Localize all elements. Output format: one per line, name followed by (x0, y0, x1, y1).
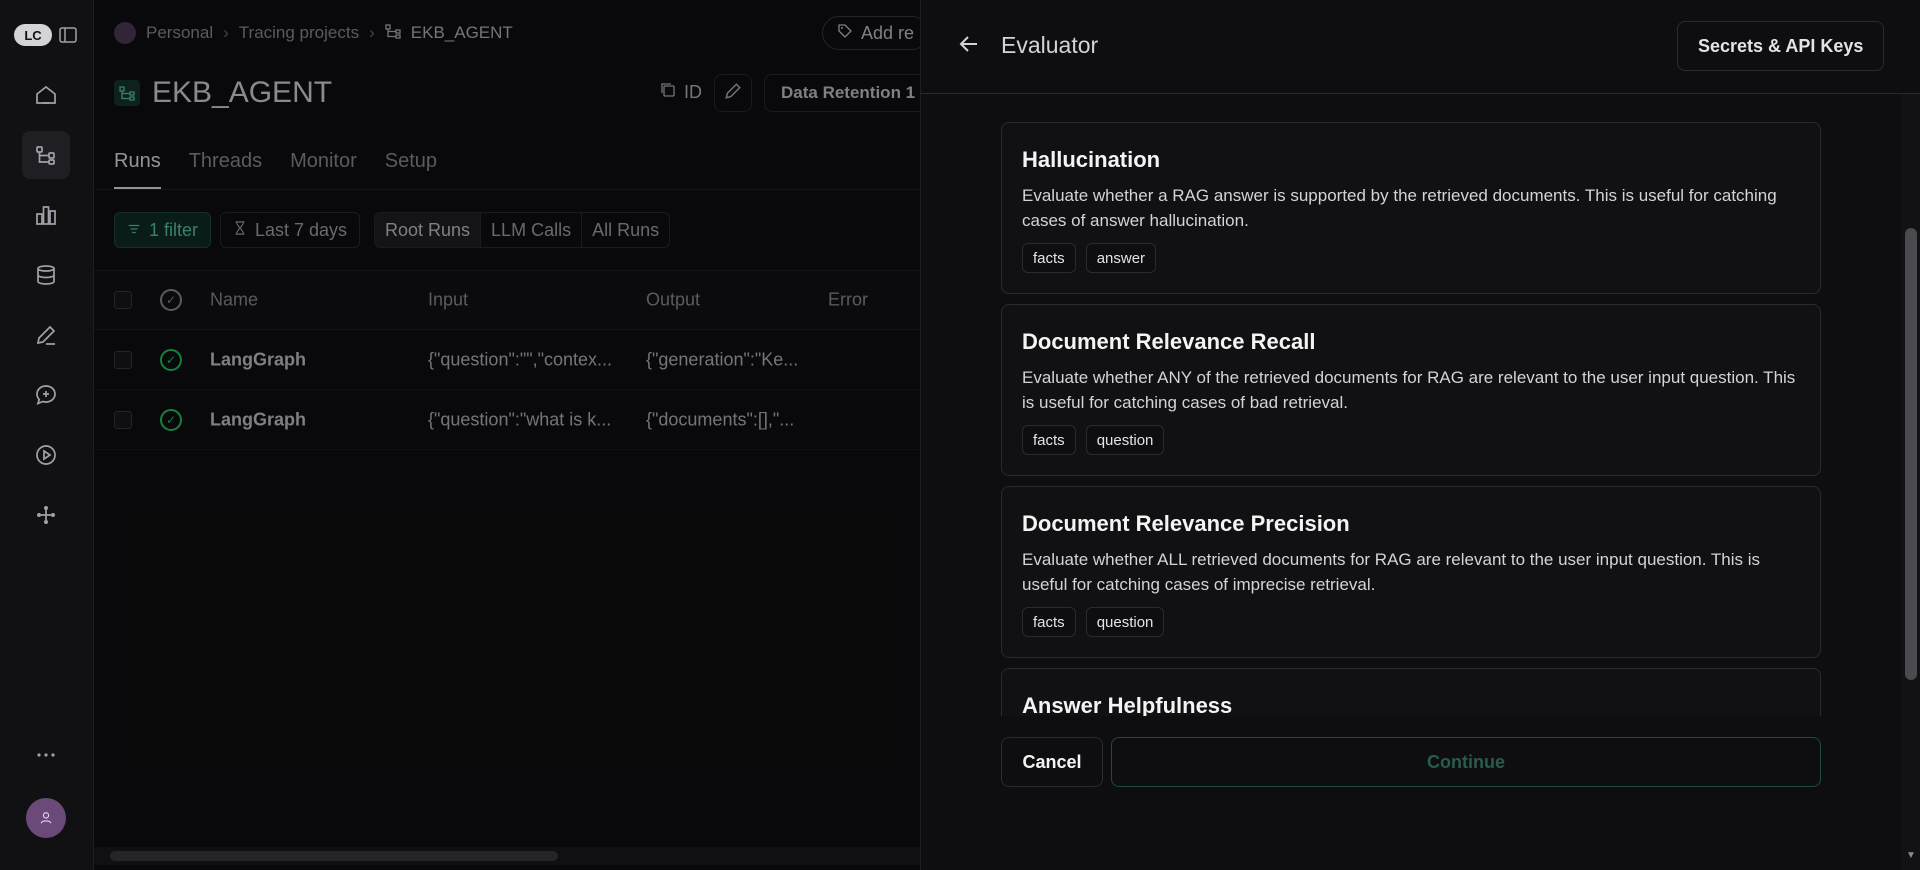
back-arrow-icon[interactable] (955, 30, 983, 58)
langsmith-logo[interactable]: LC (14, 24, 52, 46)
vertical-scrollbar[interactable]: ▲ ▼ (1901, 0, 1920, 870)
evaluator-list: Hallucination Evaluate whether a RAG ans… (1001, 94, 1821, 716)
evaluator-card-answer-helpfulness[interactable]: Answer Helpfulness (1001, 668, 1821, 716)
tag-badge: facts (1022, 607, 1076, 637)
home-icon[interactable] (22, 71, 70, 119)
evaluator-card-hallucination[interactable]: Hallucination Evaluate whether a RAG ans… (1001, 122, 1821, 294)
user-avatar[interactable] (26, 798, 66, 838)
cancel-button[interactable]: Cancel (1001, 737, 1103, 787)
deployments-icon[interactable] (22, 431, 70, 479)
secrets-api-keys-button[interactable]: Secrets & API Keys (1677, 21, 1885, 71)
tag-badge: question (1085, 425, 1165, 455)
evaluator-tags: facts question (1022, 425, 1800, 455)
scroll-down-arrow-icon[interactable]: ▼ (1906, 850, 1916, 861)
evaluator-tags: facts answer (1022, 243, 1800, 273)
tag-badge: facts (1022, 243, 1076, 273)
evaluator-title: Document Relevance Recall (1022, 329, 1316, 354)
sidebar: LC (0, 0, 94, 870)
more-icon[interactable] (22, 731, 70, 779)
continue-button[interactable]: Continue (1111, 737, 1821, 787)
tag-badge: question (1085, 607, 1165, 637)
drawer-title: Evaluator (1001, 32, 1099, 58)
dashboards-icon[interactable] (22, 191, 70, 239)
drawer-footer: Cancel Continue (921, 716, 1920, 870)
evaluator-card-document-relevance-precision[interactable]: Document Relevance Precision Evaluate wh… (1001, 486, 1821, 658)
evaluator-card-document-relevance-recall[interactable]: Document Relevance Recall Evaluate wheth… (1001, 304, 1821, 476)
evaluator-title: Document Relevance Precision (1022, 511, 1350, 536)
drawer-header: Evaluator Secrets & API Keys (921, 0, 1920, 94)
tag-badge: facts (1022, 425, 1076, 455)
tracing-icon[interactable] (22, 131, 70, 179)
evaluator-title: Hallucination (1022, 147, 1161, 172)
evaluator-drawer: Evaluator Secrets & API Keys Hallucinati… (920, 0, 1920, 870)
datasets-icon[interactable] (22, 251, 70, 299)
evaluator-description: Evaluate whether ALL retrieved documents… (1022, 550, 1761, 594)
vertical-scrollbar-thumb[interactable] (1905, 228, 1917, 680)
sidebar-toggle-icon[interactable] (58, 25, 78, 45)
evaluator-description: Evaluate whether ANY of the retrieved do… (1022, 368, 1796, 412)
tag-badge: answer (1085, 243, 1157, 273)
prompts-icon[interactable] (22, 371, 70, 419)
evaluator-tags: facts question (1022, 607, 1800, 637)
evaluator-title: Answer Helpfulness (1022, 693, 1233, 716)
annotation-icon[interactable] (22, 311, 70, 359)
studio-icon[interactable] (22, 491, 70, 539)
evaluator-description: Evaluate whether a RAG answer is support… (1022, 186, 1777, 230)
